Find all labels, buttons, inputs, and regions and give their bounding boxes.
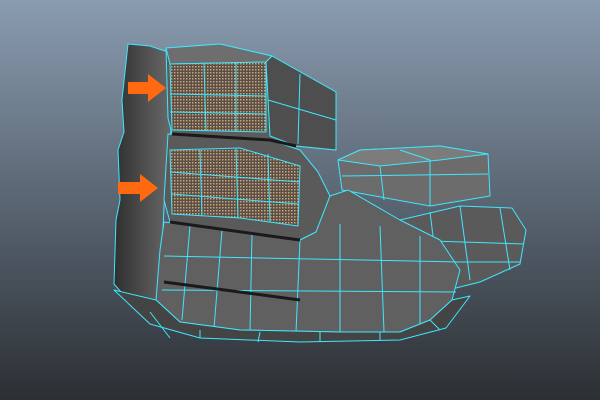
selected-faces-middle[interactable] xyxy=(169,147,301,227)
selected-faces-top[interactable] xyxy=(169,61,267,133)
viewport-canvas[interactable] xyxy=(0,0,600,400)
3d-viewport[interactable] xyxy=(0,0,600,400)
